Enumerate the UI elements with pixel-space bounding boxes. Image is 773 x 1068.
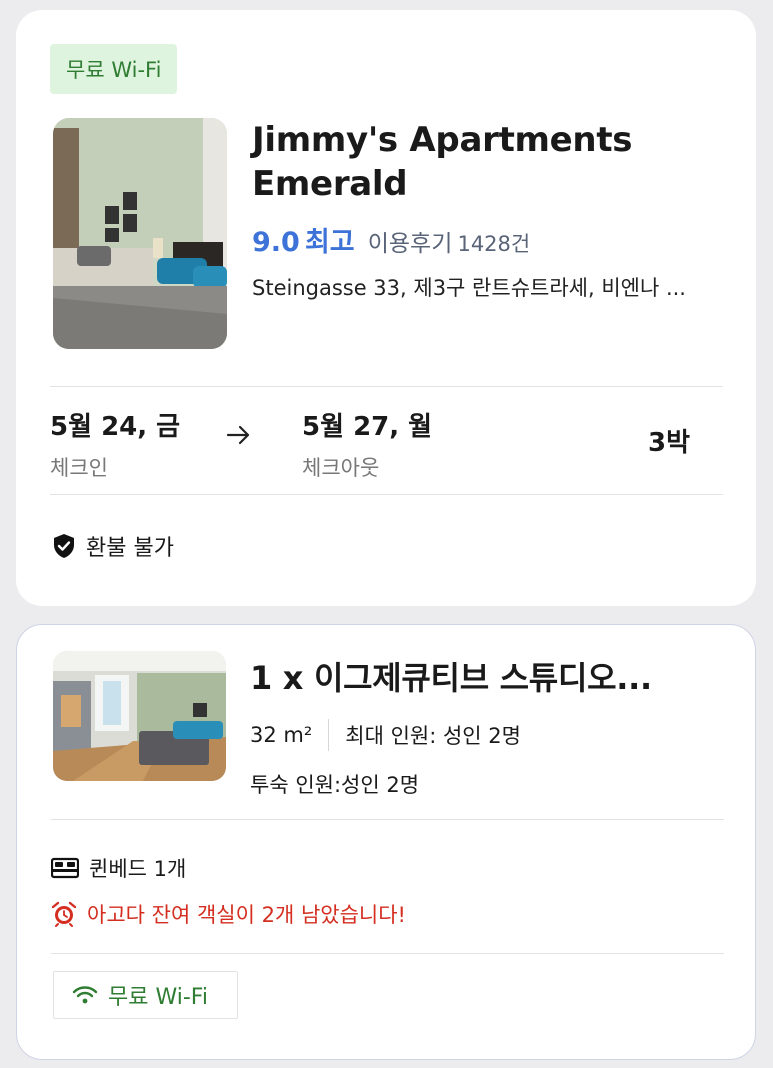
review-count: 1428건 [457, 232, 531, 256]
room-photo[interactable] [53, 651, 226, 781]
hotel-name[interactable]: Jimmy's Apartments Emerald [252, 118, 732, 206]
room-info: 32 m² 최대 인원: 성인 2명 [250, 719, 521, 751]
divider [51, 819, 724, 820]
bed-text: 퀸베드 1개 [89, 857, 187, 881]
rating-score: 9.0 [252, 227, 300, 258]
hotel-photo[interactable] [53, 118, 227, 349]
bed-icon [51, 857, 79, 879]
arrow-right-icon [226, 425, 250, 445]
refund-policy-text: 환불 불가 [86, 536, 174, 561]
nights-count: 3박 [648, 428, 691, 458]
review-label: 이용후기 [367, 231, 453, 257]
checkout-label: 체크아웃 [302, 456, 380, 480]
rating-word: 최고 [304, 227, 355, 258]
guest-count: 투숙 인원:성인 2명 [250, 773, 420, 797]
refund-policy: 환불 불가 [52, 530, 174, 562]
wifi-text: 무료 Wi-Fi [108, 985, 208, 1010]
max-occupancy: 최대 인원: 성인 2명 [345, 724, 521, 748]
separator [328, 719, 330, 751]
shield-check-icon [54, 534, 74, 558]
alert-text: 아고다 잔여 객실이 2개 남았습니다! [87, 903, 406, 927]
room-card[interactable]: 1 x 이그제큐티브 스튜디오... 32 m² 최대 인원: 성인 2명 투숙… [16, 624, 756, 1060]
divider [50, 494, 723, 495]
divider [50, 386, 723, 387]
alarm-clock-icon [51, 901, 77, 927]
hotel-address: Steingasse 33, 제3구 란트슈트라세, 비엔나 ... [252, 276, 686, 300]
room-size: 32 m² [250, 723, 313, 747]
divider [51, 953, 724, 954]
checkin-date: 5월 24, 금 [50, 412, 181, 442]
free-wifi-badge: 무료 Wi-Fi [50, 44, 178, 94]
checkin-label: 체크인 [50, 456, 108, 480]
checkout-date: 5월 27, 월 [302, 412, 433, 442]
hotel-card[interactable]: 무료 Wi-Fi Jimmy's Apartments Emerald 9.0 … [16, 10, 756, 606]
free-wifi-amenity: 무료 Wi-Fi [53, 971, 238, 1019]
rating-row: 9.0 최고 이용후기 1428건 [252, 220, 530, 259]
room-title[interactable]: 1 x 이그제큐티브 스튜디오... [250, 653, 730, 699]
bed-info: 퀸베드 1개 [51, 853, 186, 883]
availability-alert: 아고다 잔여 객실이 2개 남았습니다! [51, 899, 406, 929]
wifi-icon [72, 986, 98, 1004]
